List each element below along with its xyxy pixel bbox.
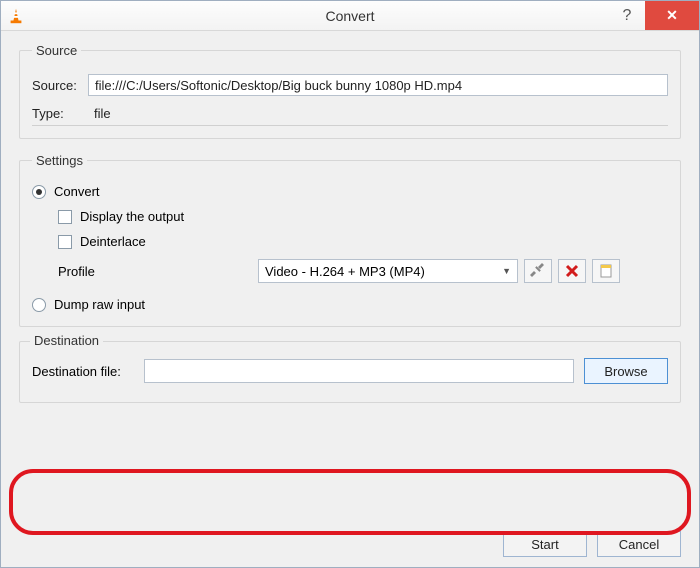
- deinterlace-label: Deinterlace: [80, 234, 146, 249]
- profile-label: Profile: [58, 264, 258, 279]
- profile-dropdown[interactable]: Video - H.264 + MP3 (MP4) ▼: [258, 259, 518, 283]
- convert-label: Convert: [54, 184, 100, 199]
- delete-icon: [565, 264, 579, 278]
- new-document-icon: [598, 263, 614, 279]
- titlebar: Convert ? ✕: [1, 1, 699, 31]
- deinterlace-checkbox[interactable]: [58, 235, 72, 249]
- browse-button[interactable]: Browse: [584, 358, 668, 384]
- destination-legend: Destination: [30, 333, 103, 348]
- source-legend: Source: [32, 43, 81, 58]
- display-output-label: Display the output: [80, 209, 184, 224]
- dialog-buttons: Start Cancel: [493, 531, 681, 557]
- cancel-button[interactable]: Cancel: [597, 531, 681, 557]
- vlc-cone-icon: [7, 7, 25, 25]
- dump-raw-radio[interactable]: [32, 298, 46, 312]
- divider: [32, 125, 668, 126]
- start-button[interactable]: Start: [503, 531, 587, 557]
- delete-profile-button[interactable]: [558, 259, 586, 283]
- source-input[interactable]: [88, 74, 668, 96]
- source-label: Source:: [32, 78, 88, 93]
- tools-icon: [530, 263, 546, 279]
- convert-dialog: Convert ? ✕ Source Source: Type: file Se…: [0, 0, 700, 568]
- source-group: Source Source: Type: file: [19, 43, 681, 139]
- destination-file-input[interactable]: [144, 359, 574, 383]
- annotation-highlight: [9, 469, 691, 535]
- chevron-down-icon: ▼: [502, 266, 511, 276]
- close-button[interactable]: ✕: [645, 1, 699, 30]
- settings-group: Settings Convert Display the output Dein…: [19, 153, 681, 327]
- type-value: file: [88, 104, 117, 123]
- dump-raw-label: Dump raw input: [54, 297, 145, 312]
- settings-legend: Settings: [32, 153, 87, 168]
- window-title: Convert: [325, 8, 374, 24]
- destination-file-label: Destination file:: [32, 364, 144, 379]
- profile-value: Video - H.264 + MP3 (MP4): [265, 264, 425, 279]
- destination-group: Destination Destination file: Browse: [19, 341, 681, 403]
- type-label: Type:: [32, 106, 88, 121]
- edit-profile-button[interactable]: [524, 259, 552, 283]
- convert-radio[interactable]: [32, 185, 46, 199]
- dialog-body: Source Source: Type: file Settings Conve…: [1, 31, 699, 567]
- display-output-checkbox[interactable]: [58, 210, 72, 224]
- help-button[interactable]: ?: [609, 1, 645, 30]
- new-profile-button[interactable]: [592, 259, 620, 283]
